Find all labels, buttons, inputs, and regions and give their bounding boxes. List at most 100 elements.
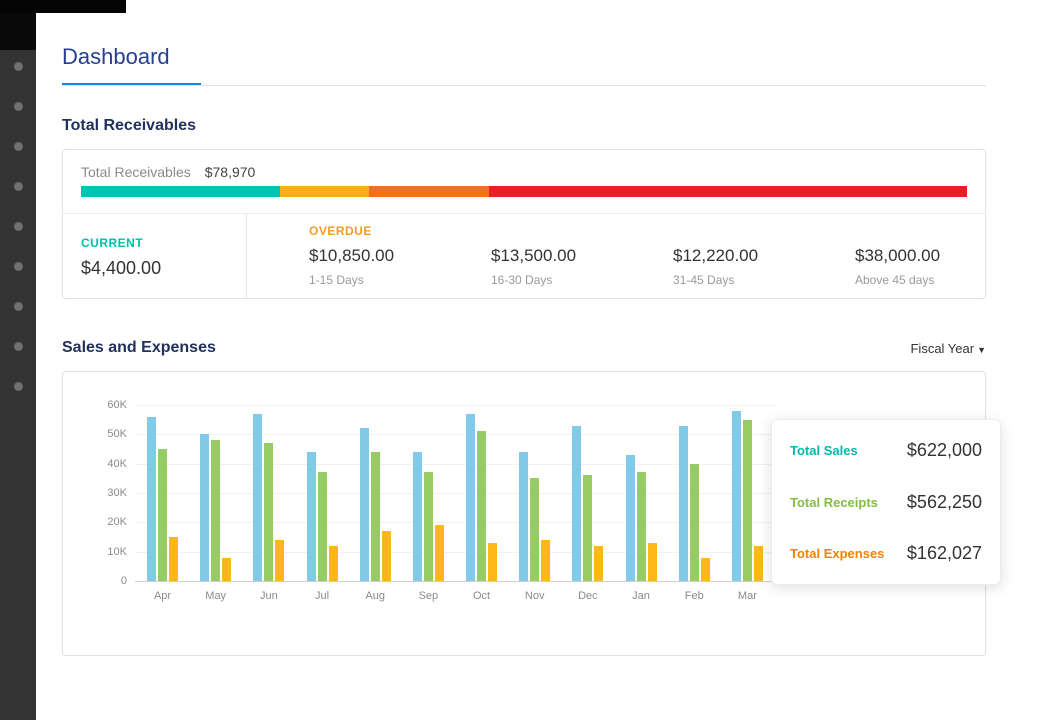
bar-receipts[interactable] (530, 478, 539, 581)
x-axis-label: Jul (315, 590, 329, 602)
receivables-bar-segment-overdue-45plus (489, 186, 967, 197)
bar-expenses[interactable] (488, 543, 497, 581)
bar-sales[interactable] (360, 428, 369, 581)
bar-sales[interactable] (307, 452, 316, 581)
chart-plot: 60K50K40K30K20K10K0AprMayJunJulAugSepOct… (135, 405, 775, 581)
bar-expenses[interactable] (701, 558, 710, 581)
bar-group-may: May (200, 405, 231, 581)
summary-row: Total Receipts $562,250 (790, 492, 982, 513)
y-axis-tick: 0 (121, 575, 127, 587)
sidebar-item-dot[interactable] (14, 222, 23, 231)
x-axis-label: Feb (685, 590, 704, 602)
bar-groups: AprMayJunJulAugSepOctNovDecJanFebMar (135, 405, 775, 581)
chevron-down-icon: ▼ (977, 345, 986, 355)
overdue-block: OVERDUE $10,850.001-15 Days$13,500.0016-… (247, 214, 985, 299)
overdue-column: $38,000.00Above 45 days (793, 246, 975, 287)
gridline (135, 581, 775, 582)
overdue-period: 31-45 Days (673, 273, 793, 287)
bar-receipts[interactable] (371, 452, 380, 581)
fiscal-year-label: Fiscal Year (910, 341, 974, 356)
x-axis-label: Dec (578, 590, 598, 602)
main-content: Dashboard Total Receivables Total Receiv… (36, 0, 1056, 720)
overdue-column: $12,220.0031-45 Days (611, 246, 793, 287)
bar-sales[interactable] (413, 452, 422, 581)
bar-sales[interactable] (466, 414, 475, 581)
summary-value: $562,250 (907, 492, 982, 513)
top-tab-bar (0, 0, 126, 13)
bar-receipts[interactable] (158, 449, 167, 581)
overdue-column: $13,500.0016-30 Days (429, 246, 611, 287)
receivables-bar-segment-overdue-16-30 (369, 186, 489, 197)
bar-expenses[interactable] (435, 525, 444, 581)
bar-sales[interactable] (200, 434, 209, 581)
y-axis-tick: 10K (107, 546, 127, 558)
x-axis-label: Mar (738, 590, 757, 602)
sidebar (0, 0, 36, 720)
bar-receipts[interactable] (743, 420, 752, 581)
bar-receipts[interactable] (477, 431, 486, 581)
bar-receipts[interactable] (424, 472, 433, 581)
bar-receipts[interactable] (583, 475, 592, 581)
bar-group-oct: Oct (466, 405, 497, 581)
bar-group-sep: Sep (413, 405, 444, 581)
bar-expenses[interactable] (329, 546, 338, 581)
bar-group-aug: Aug (360, 405, 391, 581)
sidebar-item-dot[interactable] (14, 262, 23, 271)
receivables-breakdown: CURRENT $4,400.00 OVERDUE $10,850.001-15… (63, 214, 985, 299)
overdue-amount: $13,500.00 (491, 246, 611, 266)
bar-expenses[interactable] (222, 558, 231, 581)
bar-expenses[interactable] (648, 543, 657, 581)
bar-expenses[interactable] (275, 540, 284, 581)
bar-expenses[interactable] (169, 537, 178, 581)
title-rule (62, 85, 986, 86)
overdue-columns: $10,850.001-15 Days$13,500.0016-30 Days$… (247, 246, 985, 287)
x-axis-label: Jan (632, 590, 650, 602)
y-axis-tick: 40K (107, 458, 127, 470)
bar-sales[interactable] (147, 417, 156, 581)
bar-sales[interactable] (732, 411, 741, 581)
bar-receipts[interactable] (211, 440, 220, 581)
y-axis-tick: 20K (107, 516, 127, 528)
sidebar-menu (0, 62, 36, 391)
bar-group-jan: Jan (626, 405, 657, 581)
bar-expenses[interactable] (541, 540, 550, 581)
bar-sales[interactable] (519, 452, 528, 581)
overdue-column: $10,850.001-15 Days (247, 246, 429, 287)
bar-receipts[interactable] (318, 472, 327, 581)
receivables-section-title: Total Receivables (62, 117, 196, 135)
sidebar-item-dot[interactable] (14, 102, 23, 111)
bar-expenses[interactable] (382, 531, 391, 581)
x-axis-label: Aug (365, 590, 385, 602)
sidebar-item-dot[interactable] (14, 382, 23, 391)
bar-group-dec: Dec (572, 405, 603, 581)
x-axis-label: May (205, 590, 226, 602)
receivables-total-value: $78,970 (205, 164, 256, 180)
overdue-period: Above 45 days (855, 273, 975, 287)
receivables-card-label: Total Receivables (81, 164, 191, 180)
fiscal-year-dropdown[interactable]: Fiscal Year▼ (910, 341, 986, 356)
sidebar-item-dot[interactable] (14, 182, 23, 191)
sidebar-item-dot[interactable] (14, 142, 23, 151)
bar-receipts[interactable] (690, 464, 699, 581)
sidebar-item-dot[interactable] (14, 62, 23, 71)
bar-receipts[interactable] (264, 443, 273, 581)
receivables-bar-segment-overdue-1-15 (280, 186, 369, 197)
bar-sales[interactable] (679, 426, 688, 581)
bar-expenses[interactable] (754, 546, 763, 581)
bar-expenses[interactable] (594, 546, 603, 581)
bar-sales[interactable] (626, 455, 635, 581)
overdue-amount: $10,850.00 (309, 246, 429, 266)
x-axis-label: Apr (154, 590, 171, 602)
bar-sales[interactable] (572, 426, 581, 581)
bar-receipts[interactable] (637, 472, 646, 581)
bar-sales[interactable] (253, 414, 262, 581)
bar-group-nov: Nov (519, 405, 550, 581)
current-value: $4,400.00 (81, 258, 246, 279)
sidebar-item-dot[interactable] (14, 342, 23, 351)
app-window: ☁ Dashboard Total Receivables Total Rece… (0, 0, 1056, 720)
y-axis-tick: 50K (107, 428, 127, 440)
bar-group-apr: Apr (147, 405, 178, 581)
sidebar-item-dot[interactable] (14, 302, 23, 311)
bar-group-jul: Jul (307, 405, 338, 581)
summary-label: Total Receipts (790, 495, 878, 510)
